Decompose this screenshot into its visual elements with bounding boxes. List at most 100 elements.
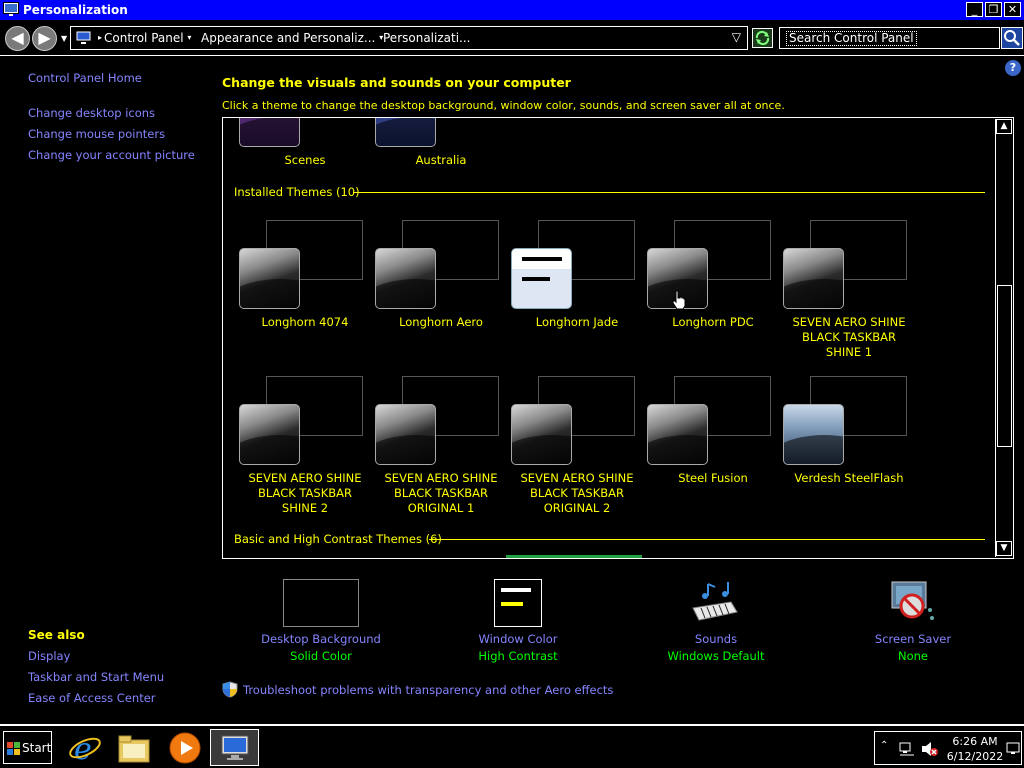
uac-shield-icon xyxy=(222,681,238,698)
sounds-item[interactable]: Sounds Windows Default xyxy=(636,632,796,663)
help-icon: ? xyxy=(1009,61,1017,74)
minimize-button[interactable]: _ xyxy=(966,2,983,17)
troubleshoot-transparency-link[interactable]: Troubleshoot problems with transparency … xyxy=(243,683,613,697)
windows-logo-icon xyxy=(7,742,20,755)
theme-steel-fusion[interactable]: Steel Fusion xyxy=(645,376,781,526)
forward-arrow-icon: ▶ xyxy=(38,28,51,47)
group-divider xyxy=(429,539,985,540)
theme-longhorn-jade[interactable]: Longhorn Jade xyxy=(509,220,645,370)
breadcrumb-personalization[interactable]: Personalizati... xyxy=(383,31,470,45)
theme-name: Longhorn Aero xyxy=(399,315,483,329)
theme-name: SEVEN AERO SHINE BLACK TASKBAR SHINE 2 xyxy=(248,471,362,515)
close-button[interactable]: ✕ xyxy=(1004,2,1021,17)
personalization-window-icon xyxy=(3,2,19,16)
breadcrumb-arrow-icon: ▸ xyxy=(98,33,103,42)
theme-seven-aero-shine-1[interactable]: SEVEN AERO SHINE BLACK TASKBAR SHINE 1 xyxy=(781,220,917,370)
window-color-value: High Contrast xyxy=(478,649,558,663)
network-icon[interactable] xyxy=(899,741,915,757)
notification-area: ⌃ 6:26 AM 6/12/2022 xyxy=(874,731,1022,765)
theme-longhorn-aero[interactable]: Longhorn Aero xyxy=(373,220,509,370)
see-also-heading: See also xyxy=(28,628,85,642)
theme-seven-aero-original-1[interactable]: SEVEN AERO SHINE BLACK TASKBAR ORIGINAL … xyxy=(373,376,509,526)
screen-saver-item[interactable]: Screen Saver None xyxy=(833,632,993,663)
theme-longhorn-4074[interactable]: Longhorn 4074 xyxy=(237,220,373,370)
theme-preview xyxy=(783,404,844,465)
recent-pages-dropdown[interactable]: ▼ xyxy=(61,34,67,43)
screen-saver-icon[interactable] xyxy=(888,578,936,626)
clock-date[interactable]: 6/12/2022 xyxy=(945,750,1005,763)
internet-explorer-icon[interactable]: e xyxy=(68,731,102,765)
refresh-icon xyxy=(755,30,770,46)
desktop-background-item[interactable]: Desktop Background Solid Color xyxy=(241,632,401,663)
screen-saver-value: None xyxy=(897,649,928,663)
taskbar: Start e ⌃ 6:26 AM 6/12/2022 xyxy=(0,724,1024,768)
scroll-down-icon: ▼ xyxy=(1000,543,1008,553)
theme-name: Steel Fusion xyxy=(678,471,748,485)
theme-seven-aero-shine-2[interactable]: SEVEN AERO SHINE BLACK TASKBAR SHINE 2 xyxy=(237,376,373,526)
media-player-icon[interactable] xyxy=(168,731,202,765)
show-hidden-icons-icon[interactable]: ⌃ xyxy=(880,740,888,751)
change-account-picture-link[interactable]: Change your account picture xyxy=(28,148,195,162)
search-placeholder: Search Control Panel xyxy=(786,31,917,46)
help-button[interactable]: ? xyxy=(1005,60,1021,76)
breadcrumb-appearance[interactable]: Appearance and Personaliz... ▾ xyxy=(201,31,385,45)
change-mouse-pointers-link[interactable]: Change mouse pointers xyxy=(28,127,165,141)
installed-themes-label: Installed Themes (10) xyxy=(234,185,360,199)
display-link[interactable]: Display xyxy=(28,649,70,663)
theme-australia[interactable]: Australia xyxy=(373,118,509,208)
window-color-thumbnail[interactable] xyxy=(494,579,542,627)
taskbar-personalization-window[interactable] xyxy=(210,729,259,766)
maximize-button[interactable]: ❐ xyxy=(985,2,1002,17)
control-panel-icon xyxy=(75,30,92,44)
scroll-thumb[interactable] xyxy=(997,285,1012,447)
start-label: Start xyxy=(22,741,52,755)
theme-preview xyxy=(375,404,436,465)
theme-preview xyxy=(511,248,572,309)
hand-cursor-icon xyxy=(672,290,686,310)
back-arrow-icon: ◀ xyxy=(11,28,24,47)
breadcrumb-control-panel[interactable]: ▸ Control Panel ▾ xyxy=(98,31,193,45)
scroll-up-icon: ▲ xyxy=(1000,121,1008,131)
refresh-button[interactable] xyxy=(752,28,773,48)
window-color-label: Window Color xyxy=(478,632,558,646)
theme-name: Scenes xyxy=(284,153,326,167)
theme-verdesh-steelflash[interactable]: Verdesh SteelFlash xyxy=(781,376,917,526)
window-color-item[interactable]: Window Color High Contrast xyxy=(438,632,598,663)
ease-of-access-link[interactable]: Ease of Access Center xyxy=(28,691,156,705)
sounds-icon[interactable] xyxy=(691,580,739,624)
address-dropdown-icon[interactable]: ▽ xyxy=(732,30,741,44)
sounds-label: Sounds xyxy=(694,632,738,646)
control-panel-icon xyxy=(221,735,249,760)
basic-themes-label: Basic and High Contrast Themes (6) xyxy=(234,532,442,546)
forward-button[interactable]: ▶ xyxy=(32,26,57,51)
clock-time[interactable]: 6:26 AM xyxy=(950,735,1000,748)
control-panel-home-link[interactable]: Control Panel Home xyxy=(28,71,142,85)
search-input[interactable]: Search Control Panel xyxy=(779,27,1000,49)
theme-name: Australia xyxy=(415,153,467,167)
file-explorer-icon[interactable] xyxy=(117,731,151,765)
navigation-bar: ◀ ▶ ▼ ▸ Control Panel ▾ Appearance and Pe… xyxy=(0,20,1024,56)
back-button[interactable]: ◀ xyxy=(5,26,30,51)
volume-muted-icon[interactable] xyxy=(921,741,939,757)
theme-preview xyxy=(239,248,300,309)
address-bar[interactable]: ▸ Control Panel ▾ Appearance and Personal… xyxy=(70,26,748,50)
desktop-background-label: Desktop Background xyxy=(261,632,381,646)
theme-preview xyxy=(375,248,436,309)
theme-preview xyxy=(783,248,844,309)
theme-name: SEVEN AERO SHINE BLACK TASKBAR SHINE 1 xyxy=(792,315,906,359)
theme-preview xyxy=(239,404,300,465)
change-desktop-icons-link[interactable]: Change desktop icons xyxy=(28,106,155,120)
theme-preview xyxy=(511,404,572,465)
start-button[interactable]: Start xyxy=(3,731,52,764)
taskbar-start-menu-link[interactable]: Taskbar and Start Menu xyxy=(28,670,164,684)
scroll-down-button[interactable]: ▼ xyxy=(996,541,1012,556)
show-desktop-icon[interactable] xyxy=(1006,741,1020,755)
theme-seven-aero-original-2[interactable]: SEVEN AERO SHINE BLACK TASKBAR ORIGINAL … xyxy=(509,376,645,526)
search-button[interactable] xyxy=(1001,27,1023,49)
scroll-up-button[interactable]: ▲ xyxy=(996,119,1012,134)
theme-name: SEVEN AERO SHINE BLACK TASKBAR ORIGINAL … xyxy=(384,471,498,515)
theme-longhorn-pdc[interactable]: Longhorn PDC xyxy=(645,220,781,370)
svg-text:e: e xyxy=(74,732,92,765)
desktop-background-thumbnail[interactable] xyxy=(283,579,359,627)
screen-saver-label: Screen Saver xyxy=(874,632,952,646)
